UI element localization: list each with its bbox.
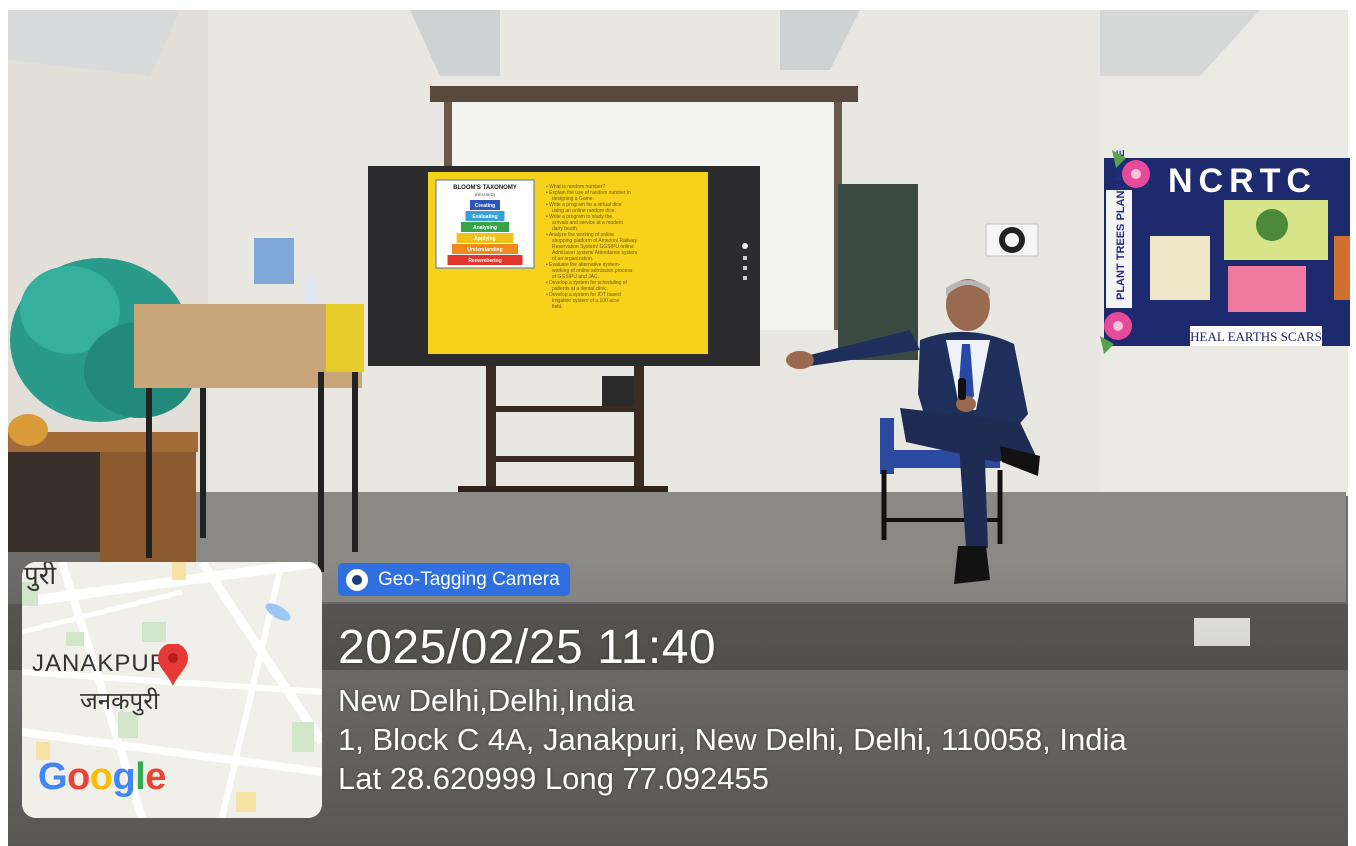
pyramid-level-label: Evaluating	[472, 214, 497, 220]
geotag-city: New Delhi,Delhi,India	[338, 683, 635, 718]
map-place-label-hi: जनकपुरी	[80, 688, 160, 715]
slide-title: BLOOM'S TAXONOMY	[453, 185, 517, 191]
google-logo: Google	[38, 756, 166, 798]
camera-icon	[346, 568, 368, 591]
geotag-app-name: Geo-Tagging Camera	[378, 568, 560, 590]
map-place-label-en: JANAKPURI	[32, 650, 176, 677]
pyramid-level-label: Creating	[475, 203, 495, 209]
map-pin-icon	[158, 644, 188, 686]
slide-subtitle: (REVISED)	[475, 192, 496, 197]
pyramid-level-label: Analysing	[473, 225, 497, 231]
pyramid-level-label: Applying	[474, 236, 495, 242]
map-place-label-top: पुरी	[24, 562, 57, 590]
pyramid-level-label: Remembering	[468, 258, 501, 264]
geotag-address: 1, Block C 4A, Janakpuri, New Delhi, Del…	[338, 722, 1127, 757]
geotag-app-badge: Geo-Tagging Camera	[338, 563, 570, 596]
poster-banner: HEAL EARTHS SCARS	[1190, 329, 1322, 344]
location-map-thumbnail: पुरी JANAKPURI जनकपुरी Google	[22, 562, 322, 818]
slide-bullet-text: field.	[552, 304, 563, 310]
poster-title: NCRTC	[1168, 162, 1317, 200]
geotag-datetime: 2025/02/25 11:40	[338, 621, 717, 674]
geotag-coordinates: Lat 28.620999 Long 77.092455	[338, 761, 769, 796]
pyramid-level-label: Understanding	[467, 247, 502, 253]
